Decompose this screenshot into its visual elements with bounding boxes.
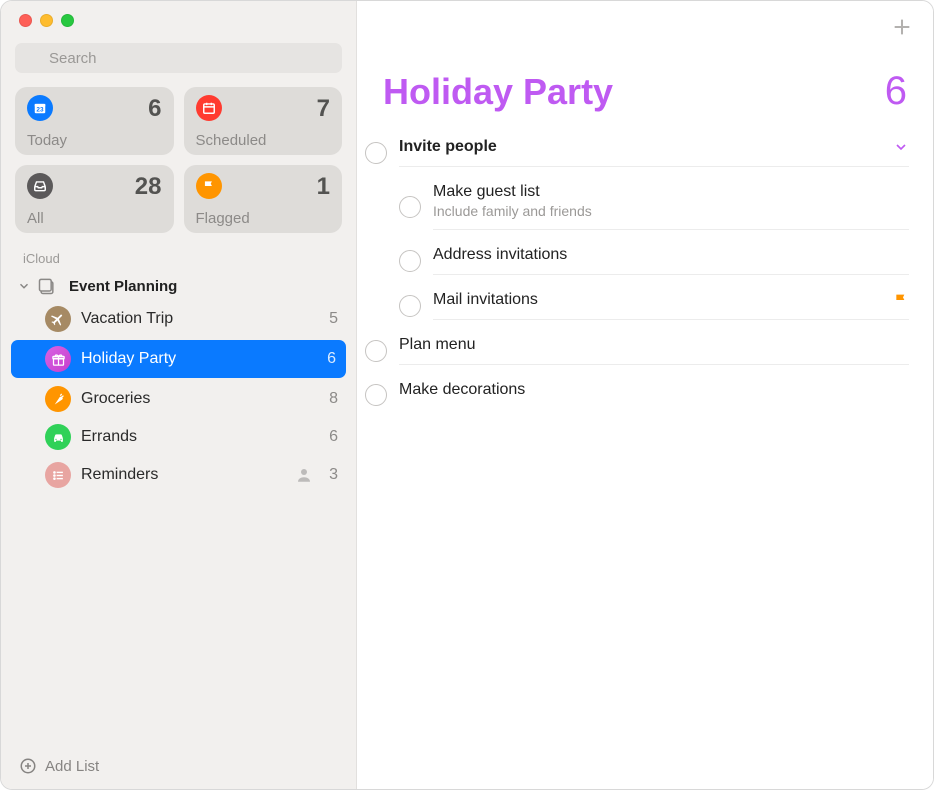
list-name: Groceries bbox=[81, 390, 319, 408]
section-label: iCloud bbox=[1, 233, 356, 272]
complete-toggle[interactable] bbox=[365, 384, 387, 406]
reminder-title: Plan menu bbox=[399, 336, 909, 354]
chevron-down-icon bbox=[17, 279, 31, 293]
maximize-button[interactable] bbox=[61, 14, 74, 27]
reminder-body: Plan menu bbox=[399, 336, 909, 365]
flag-icon bbox=[196, 173, 222, 199]
list-count: 6 bbox=[329, 428, 338, 446]
toolbar bbox=[357, 1, 933, 53]
minimize-button[interactable] bbox=[40, 14, 53, 27]
expand-subtasks-button[interactable] bbox=[893, 139, 909, 155]
search-container bbox=[1, 39, 356, 81]
new-reminder-button[interactable] bbox=[891, 16, 913, 38]
folder-row[interactable]: Event Planning bbox=[1, 272, 356, 300]
tray-icon bbox=[27, 173, 53, 199]
reminders-container: Invite people Make guest list Include fami… bbox=[357, 120, 933, 417]
today-count: 6 bbox=[148, 95, 161, 123]
list-title-row: Holiday Party 6 bbox=[357, 53, 933, 120]
reminder-body: Invite people bbox=[399, 138, 909, 167]
shared-icon bbox=[295, 466, 319, 484]
reminder-item[interactable]: Make decorations bbox=[365, 373, 915, 417]
list-icon bbox=[45, 462, 71, 488]
reminder-item[interactable]: Invite people bbox=[365, 130, 915, 175]
folder-stack-icon bbox=[37, 276, 57, 296]
flag-icon bbox=[893, 292, 909, 308]
list-item-reminders[interactable]: Reminders 3 bbox=[1, 456, 356, 494]
calendar-today-icon: 23 bbox=[27, 95, 53, 121]
plus-circle-icon bbox=[19, 757, 37, 775]
calendar-icon bbox=[196, 95, 222, 121]
reminder-item[interactable]: Plan menu bbox=[365, 328, 915, 373]
reminder-item[interactable]: Make guest list Include family and friend… bbox=[365, 175, 915, 238]
complete-toggle[interactable] bbox=[399, 250, 421, 272]
all-label: All bbox=[27, 210, 162, 227]
today-card[interactable]: 23 6 Today bbox=[15, 87, 174, 155]
airplane-icon bbox=[45, 306, 71, 332]
reminder-item[interactable]: Address invitations bbox=[365, 238, 915, 283]
reminder-title: Address invitations bbox=[433, 246, 909, 264]
flagged-count: 1 bbox=[317, 173, 330, 201]
reminder-body: Address invitations bbox=[433, 246, 909, 275]
add-list-label: Add List bbox=[45, 758, 99, 775]
reminder-item[interactable]: Mail invitations bbox=[365, 283, 915, 328]
list-item-holiday-party[interactable]: Holiday Party 6 bbox=[11, 340, 346, 378]
reminder-note: Include family and friends bbox=[433, 203, 909, 219]
close-button[interactable] bbox=[19, 14, 32, 27]
list-count: 6 bbox=[327, 350, 336, 368]
reminder-title: Make guest list bbox=[433, 183, 909, 201]
scheduled-card[interactable]: 7 Scheduled bbox=[184, 87, 343, 155]
window-titlebar bbox=[1, 1, 356, 39]
smart-lists: 23 6 Today 7 Scheduled bbox=[1, 81, 356, 233]
sidebar: 23 6 Today 7 Scheduled bbox=[1, 1, 357, 789]
flagged-label: Flagged bbox=[196, 210, 331, 227]
main-pane: Holiday Party 6 Invite people Make guest … bbox=[357, 1, 933, 789]
carrot-icon bbox=[45, 386, 71, 412]
reminder-title: Make decorations bbox=[399, 381, 909, 399]
list-name: Errands bbox=[81, 428, 319, 446]
folder-name: Event Planning bbox=[69, 278, 177, 295]
list-item-groceries[interactable]: Groceries 8 bbox=[1, 380, 356, 418]
all-card[interactable]: 28 All bbox=[15, 165, 174, 233]
reminder-body: Mail invitations bbox=[433, 291, 909, 320]
complete-toggle[interactable] bbox=[365, 340, 387, 362]
scheduled-label: Scheduled bbox=[196, 132, 331, 149]
app-window: 23 6 Today 7 Scheduled bbox=[0, 0, 934, 790]
list-title: Holiday Party bbox=[383, 71, 613, 113]
gift-icon bbox=[45, 346, 71, 372]
complete-toggle[interactable] bbox=[399, 295, 421, 317]
list-count: 8 bbox=[329, 390, 338, 408]
list-name: Vacation Trip bbox=[81, 310, 319, 328]
add-list-button[interactable]: Add List bbox=[1, 747, 356, 789]
today-label: Today bbox=[27, 132, 162, 149]
list-count: 3 bbox=[329, 466, 338, 484]
list-count: 5 bbox=[329, 310, 338, 328]
flagged-card[interactable]: 1 Flagged bbox=[184, 165, 343, 233]
list-count: 6 bbox=[885, 69, 907, 114]
svg-text:23: 23 bbox=[36, 107, 44, 114]
list-name: Reminders bbox=[81, 466, 285, 484]
scheduled-count: 7 bbox=[317, 95, 330, 123]
reminder-body: Make decorations bbox=[399, 381, 909, 409]
reminder-body: Make guest list Include family and friend… bbox=[433, 183, 909, 230]
car-icon bbox=[45, 424, 71, 450]
lists-container: Vacation Trip 5 Holiday Party 6 Groceries 8 Er… bbox=[1, 300, 356, 494]
all-count: 28 bbox=[135, 173, 162, 201]
complete-toggle[interactable] bbox=[399, 196, 421, 218]
reminder-title: Mail invitations bbox=[433, 291, 883, 309]
list-item-vacation-trip[interactable]: Vacation Trip 5 bbox=[1, 300, 356, 338]
complete-toggle[interactable] bbox=[365, 142, 387, 164]
list-name: Holiday Party bbox=[81, 350, 317, 368]
search-input[interactable] bbox=[15, 43, 342, 73]
list-item-errands[interactable]: Errands 6 bbox=[1, 418, 356, 456]
reminder-title: Invite people bbox=[399, 138, 497, 156]
